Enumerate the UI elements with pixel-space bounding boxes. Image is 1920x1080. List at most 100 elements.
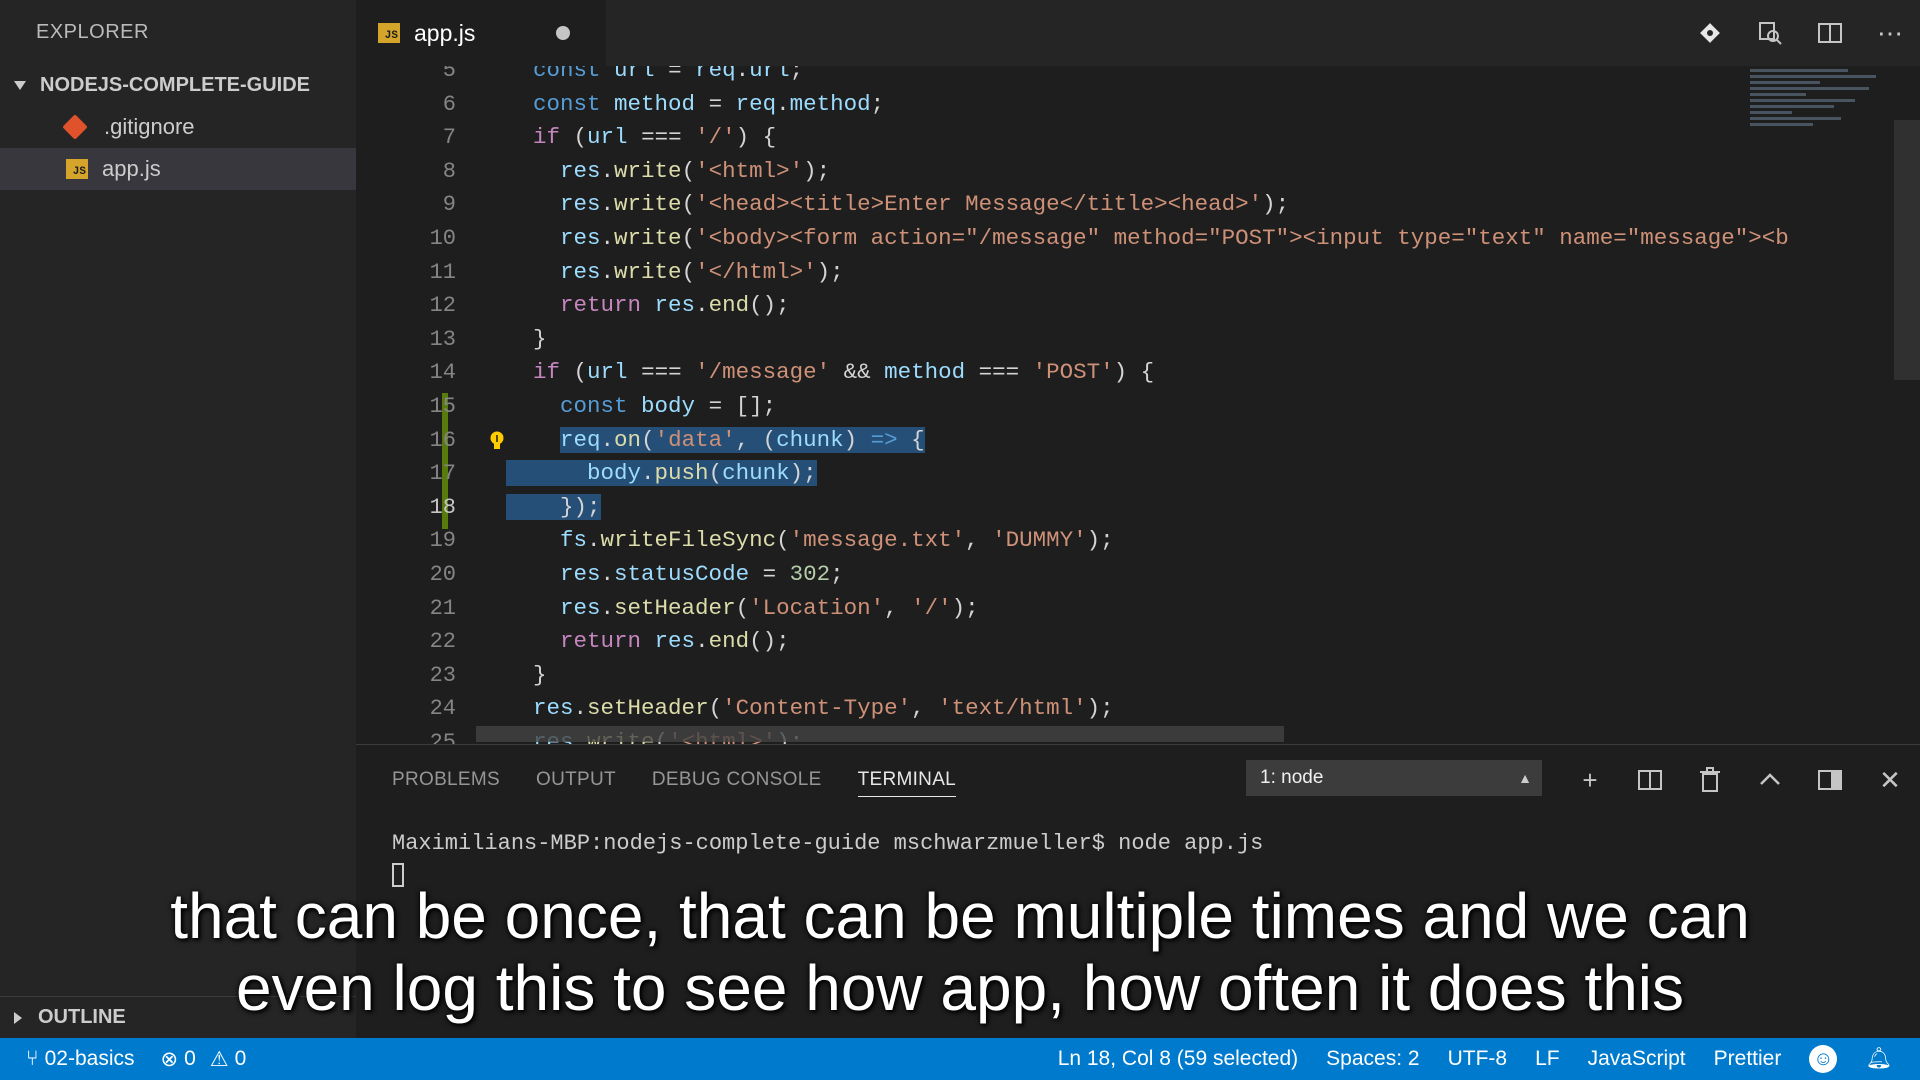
tab-debug-console[interactable]: DEBUG CONSOLE: [652, 745, 822, 815]
split-terminal-icon[interactable]: [1620, 745, 1680, 815]
horizontal-scrollbar[interactable]: [476, 726, 1284, 742]
error-count: 0: [184, 1047, 196, 1070]
code-line[interactable]: }: [506, 659, 1750, 693]
line-number: 10: [429, 225, 456, 251]
bell-icon[interactable]: 🔔︎: [1865, 1047, 1892, 1071]
chevron-down-icon: [14, 80, 26, 90]
subtitle-line-2: even log this to see how app, how often …: [235, 952, 1685, 1024]
lightbulb-icon[interactable]: [488, 430, 506, 452]
encoding[interactable]: UTF-8: [1448, 1047, 1508, 1071]
end-of-line[interactable]: LF: [1535, 1047, 1560, 1071]
line-number: 9: [442, 192, 456, 218]
branch-indicator[interactable]: ⑂ 02-basics: [26, 1047, 135, 1071]
terminal-selector[interactable]: 1: node ▲: [1246, 760, 1542, 796]
code-line[interactable]: });: [506, 491, 1750, 525]
line-number: 15: [429, 393, 456, 419]
warning-icon: ⚠: [209, 1047, 229, 1071]
code-line[interactable]: res.statusCode = 302;: [506, 558, 1750, 592]
line-number-gutter: 5 6 7 8 9 10 11 12 13 14 15 16 17 18 19 …: [356, 66, 456, 744]
feedback-smiley-icon[interactable]: ☺: [1809, 1045, 1838, 1073]
code-line[interactable]: res.setHeader('Location', '/');: [506, 592, 1750, 626]
line-number: 20: [429, 561, 456, 587]
line-number: 5: [442, 66, 456, 83]
project-folder[interactable]: NODEJS-COMPLETE-GUIDE: [0, 64, 356, 106]
git-compare-icon[interactable]: [1680, 0, 1740, 66]
code-line[interactable]: }: [506, 323, 1750, 357]
code-line[interactable]: return res.end();: [506, 625, 1750, 659]
code-line[interactable]: body.push(chunk);: [506, 457, 1750, 491]
open-preview-icon[interactable]: [1740, 0, 1800, 66]
file-name: app.js: [102, 156, 161, 181]
subtitle-line-1: that can be once, that can be multiple t…: [170, 880, 1750, 952]
tab-terminal[interactable]: TERMINAL: [857, 745, 957, 815]
minimap[interactable]: [1750, 66, 1890, 166]
unsaved-dot-icon[interactable]: [556, 26, 570, 40]
problems-indicator[interactable]: ⊗ 0 ⚠ 0: [161, 1047, 247, 1072]
line-number: 22: [429, 629, 456, 655]
error-icon: ⊗: [160, 1047, 179, 1071]
warning-count: 0: [234, 1047, 247, 1070]
line-number: 21: [429, 595, 456, 621]
line-number-current: 18: [429, 494, 456, 520]
line-number: 19: [429, 528, 456, 554]
branch-name: 02-basics: [44, 1047, 135, 1070]
code-line[interactable]: const url = req.url;: [506, 66, 1750, 88]
line-number: 14: [429, 360, 456, 386]
close-panel-icon[interactable]: ✕: [1860, 745, 1920, 815]
select-arrows-icon: ▲: [1518, 770, 1532, 786]
vertical-scrollbar[interactable]: [1894, 120, 1920, 380]
code-line[interactable]: res.write('<body><form action="/message"…: [506, 222, 1789, 256]
line-number: 12: [429, 293, 456, 319]
language-mode[interactable]: JavaScript: [1588, 1047, 1686, 1071]
line-number: 25: [429, 729, 456, 744]
code-editor[interactable]: 5 6 7 8 9 10 11 12 13 14 15 16 17 18 19 …: [356, 66, 1920, 744]
terminal-selector-value: 1: node: [1260, 767, 1324, 788]
js-icon: JS: [66, 159, 88, 179]
code-line[interactable]: if (url === '/') {: [506, 121, 1750, 155]
line-number: 8: [442, 158, 456, 184]
tab-app-js[interactable]: JS app.js: [356, 0, 606, 66]
file-item-app-js[interactable]: JS app.js: [0, 148, 356, 190]
git-branch-icon: ⑂: [26, 1047, 39, 1070]
more-actions-icon[interactable]: ⋯: [1860, 0, 1920, 66]
js-icon: JS: [378, 23, 400, 43]
line-number: 16: [429, 427, 456, 453]
terminal-prompt[interactable]: Maximilians-MBP:nodejs-complete-guide ms…: [392, 831, 1263, 856]
file-item-gitignore[interactable]: .gitignore: [0, 106, 356, 148]
tab-output[interactable]: OUTPUT: [536, 745, 616, 815]
line-number: 23: [429, 662, 456, 688]
new-terminal-icon[interactable]: +: [1560, 745, 1620, 815]
line-number: 6: [442, 91, 456, 117]
tab-label: app.js: [414, 19, 476, 46]
video-subtitle: that can be once, that can be multiple t…: [0, 880, 1920, 1024]
tab-problems[interactable]: PROBLEMS: [392, 745, 500, 815]
split-editor-icon[interactable]: [1800, 0, 1860, 66]
file-name: .gitignore: [104, 114, 195, 139]
code-line[interactable]: res.write('</html>');: [506, 256, 1750, 290]
maximize-panel-icon[interactable]: [1740, 745, 1800, 815]
line-number: 24: [429, 696, 456, 722]
code-line[interactable]: req.on('data', (chunk) => {: [506, 424, 1750, 458]
project-folder-label: NODEJS-COMPLETE-GUIDE: [40, 74, 311, 96]
code-line[interactable]: if (url === '/message' && method === 'PO…: [506, 356, 1750, 390]
trash-icon[interactable]: [1680, 745, 1740, 815]
code-line[interactable]: fs.writeFileSync('message.txt', 'DUMMY')…: [506, 524, 1750, 558]
git-icon: [62, 114, 88, 140]
line-number: 7: [442, 125, 456, 151]
line-number: 11: [429, 259, 456, 285]
code-line[interactable]: res.write('<html>');: [506, 155, 1750, 189]
code-line[interactable]: const body = [];: [506, 390, 1750, 424]
code-line[interactable]: return res.end();: [506, 289, 1750, 323]
cursor-position[interactable]: Ln 18, Col 8 (59 selected): [1058, 1047, 1298, 1071]
code-area[interactable]: const url = req.url; const method = req.…: [506, 66, 1789, 744]
line-number: 17: [429, 461, 456, 487]
line-number: 13: [429, 326, 456, 352]
explorer-title: EXPLORER: [36, 21, 149, 43]
toggle-panel-position-icon[interactable]: [1800, 745, 1860, 815]
code-line[interactable]: res.setHeader('Content-Type', 'text/html…: [506, 692, 1750, 726]
code-line[interactable]: const method = req.method;: [506, 88, 1750, 122]
indentation[interactable]: Spaces: 2: [1326, 1047, 1419, 1071]
formatter[interactable]: Prettier: [1714, 1047, 1782, 1071]
editor-tab-bar: JS app.js ⋯: [356, 0, 1920, 66]
code-line[interactable]: res.write('<head><title>Enter Message</t…: [506, 188, 1750, 222]
